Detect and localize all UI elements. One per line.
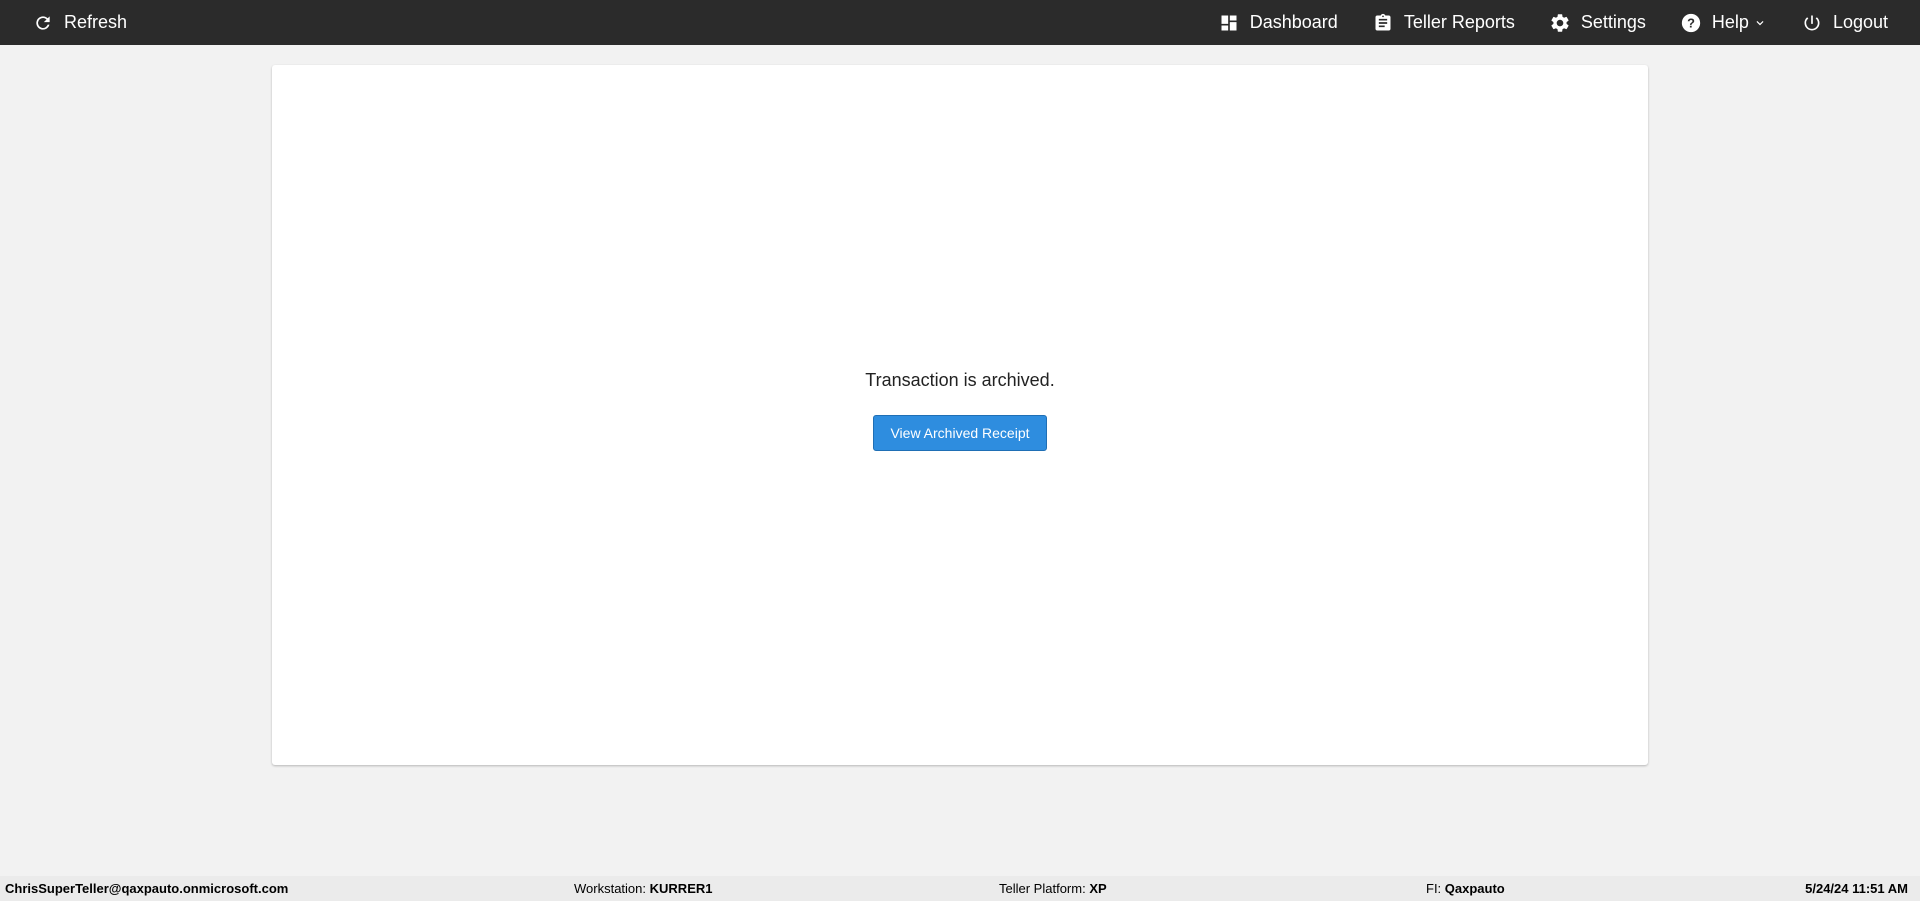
status-workstation: Workstation: KURRER1 xyxy=(574,876,712,901)
refresh-icon xyxy=(32,12,54,34)
nav-help[interactable]: ? Help xyxy=(1680,0,1767,45)
nav-teller-reports[interactable]: Teller Reports xyxy=(1372,0,1515,45)
dashboard-icon xyxy=(1218,12,1240,34)
nav-dashboard-label: Dashboard xyxy=(1249,12,1338,32)
status-fi: FI: Qaxpauto xyxy=(1426,876,1505,901)
refresh-button[interactable]: Refresh xyxy=(32,0,127,45)
refresh-label: Refresh xyxy=(64,12,128,32)
status-platform: Teller Platform: XP xyxy=(999,876,1107,901)
main-card: Transaction is archived. View Archived R… xyxy=(272,65,1648,765)
svg-text:?: ? xyxy=(1687,15,1695,30)
status-platform-label: Teller Platform: xyxy=(999,881,1086,896)
nav-left: Refresh xyxy=(0,0,127,45)
nav-logout[interactable]: Logout xyxy=(1801,0,1888,45)
nav-dashboard[interactable]: Dashboard xyxy=(1218,0,1338,45)
status-datetime: 5/24/24 11:51 AM xyxy=(1805,881,1908,896)
nav-right: Dashboard Teller Reports Settings ? Help… xyxy=(1184,0,1920,45)
chevron-down-icon xyxy=(1753,16,1767,30)
clipboard-icon xyxy=(1372,12,1394,34)
status-user: ChrisSuperTeller@qaxpauto.onmicrosoft.co… xyxy=(5,881,289,896)
nav-settings-label: Settings xyxy=(1580,12,1646,32)
power-icon xyxy=(1801,12,1823,34)
nav-settings[interactable]: Settings xyxy=(1549,0,1646,45)
status-fi-value: Qaxpauto xyxy=(1444,881,1505,896)
status-workstation-value: KURRER1 xyxy=(649,881,713,896)
nav-help-label: Help xyxy=(1711,12,1749,32)
top-navbar: Refresh Dashboard Teller Reports Setting… xyxy=(0,0,1920,45)
help-icon: ? xyxy=(1680,12,1702,34)
status-workstation-label: Workstation: xyxy=(574,881,647,896)
view-archived-receipt-button[interactable]: View Archived Receipt xyxy=(873,415,1047,451)
status-bar: ChrisSuperTeller@qaxpauto.onmicrosoft.co… xyxy=(0,876,1920,901)
gear-icon xyxy=(1549,12,1571,34)
status-platform-value: XP xyxy=(1089,881,1107,896)
status-fi-label: FI: xyxy=(1426,881,1442,896)
archived-message: Transaction is archived. xyxy=(865,370,1055,390)
archived-message-area: Transaction is archived. View Archived R… xyxy=(272,370,1648,451)
nav-logout-label: Logout xyxy=(1832,12,1888,32)
nav-teller-reports-label: Teller Reports xyxy=(1403,12,1515,32)
